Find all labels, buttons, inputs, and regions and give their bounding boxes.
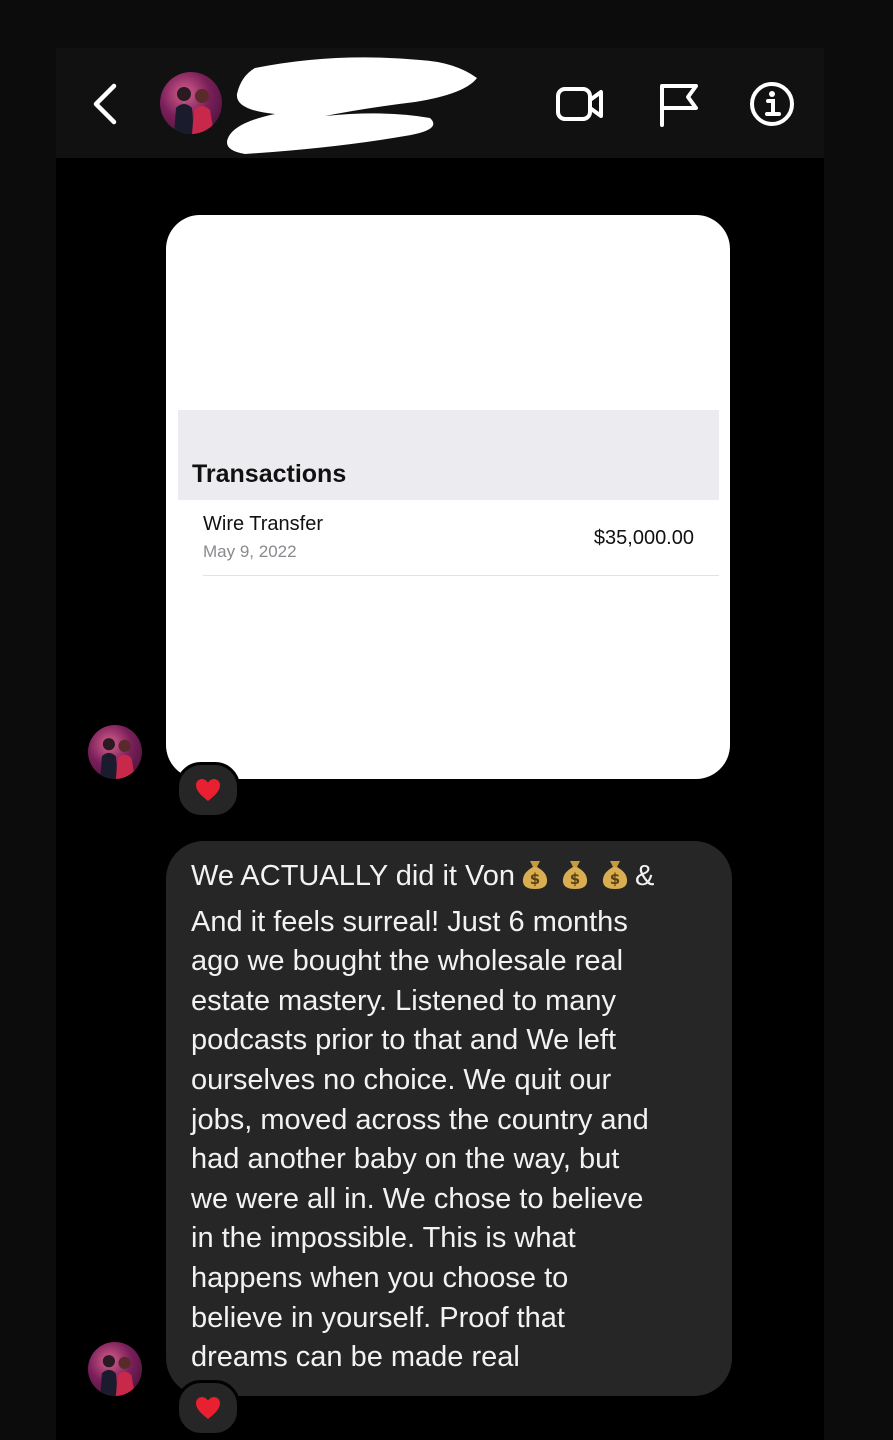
svg-text:$: $ xyxy=(610,870,620,888)
svg-text:$: $ xyxy=(570,870,580,888)
report-button[interactable] xyxy=(654,80,706,128)
back-button[interactable] xyxy=(86,80,126,128)
contact-avatar[interactable] xyxy=(160,72,222,134)
flag-icon xyxy=(660,84,698,127)
svg-text:$: $ xyxy=(530,870,540,888)
money-bag-icon: $ xyxy=(558,857,592,903)
redacted-contact-name xyxy=(215,50,485,160)
transactions-title: Transactions xyxy=(192,460,347,488)
message-text: We ACTUALLY did it Von $ $ $ & And it feels … xyxy=(191,857,716,1378)
avatar-photo xyxy=(100,1355,136,1396)
transaction-name: Wire Transfer xyxy=(203,513,324,535)
transaction-date: May 9, 2022 xyxy=(203,542,297,561)
video-call-button[interactable] xyxy=(554,80,606,128)
image-message[interactable]: Transactions Wire Transfer May 9, 2022 $… xyxy=(166,215,730,779)
message-text-body: And it feels surreal! Just 6 months ago … xyxy=(191,905,649,1374)
avatar-photo xyxy=(174,87,214,134)
message-text-start: We ACTUALLY did it Von xyxy=(191,860,516,892)
transaction-divider xyxy=(203,575,719,576)
sender-avatar[interactable] xyxy=(88,1342,142,1396)
heart-icon xyxy=(196,779,220,801)
money-bag-icon: $ xyxy=(598,857,632,903)
text-message[interactable]: We ACTUALLY did it Von $ $ $ & And it feels … xyxy=(166,841,732,1396)
heart-reaction[interactable]: ❤️ xyxy=(176,762,240,818)
video-camera-icon xyxy=(556,87,603,121)
message-text-ampersand: & xyxy=(635,860,655,892)
money-bag-icon: $ xyxy=(518,857,552,903)
avatar-photo xyxy=(100,738,136,779)
heart-icon xyxy=(196,1397,220,1419)
chevron-left-icon xyxy=(93,83,117,125)
info-button[interactable] xyxy=(746,80,798,128)
transaction-amount: $35,000.00 xyxy=(593,527,694,549)
heart-reaction[interactable]: ❤️ xyxy=(176,1380,240,1436)
info-icon xyxy=(750,82,794,126)
sender-avatar[interactable] xyxy=(88,725,142,779)
